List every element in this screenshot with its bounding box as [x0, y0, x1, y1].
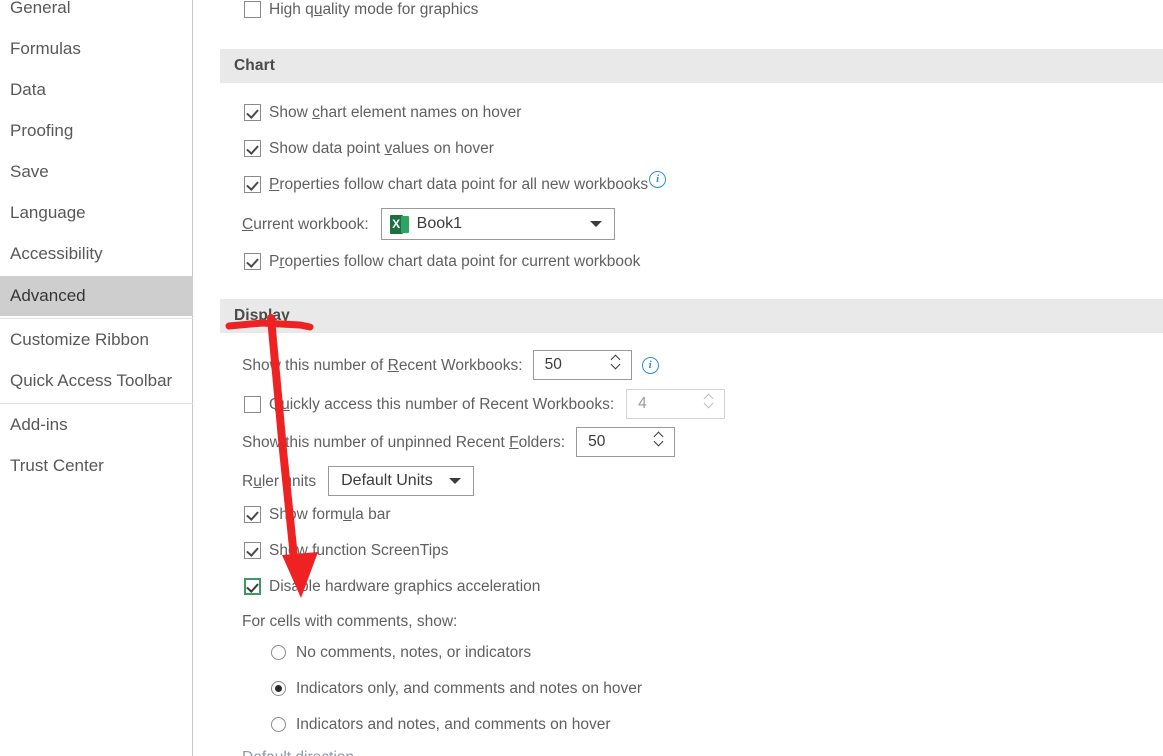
setting-recent-workbooks: Show this number of Recent Workbooks: 50 — [242, 350, 659, 380]
option-show-chart-element-names-label: Show chart element names on hover — [269, 104, 522, 121]
radio-option-indicators-and-notes-label: Indicators and notes, and comments on ho… — [296, 716, 611, 733]
option-disable-hardware-graphics-acceleration-label: Disable hardware graphics acceleration — [269, 578, 541, 595]
excel-file-icon: X — [389, 215, 409, 234]
spinner-unpinned-recent-folders-arrows[interactable] — [654, 431, 666, 453]
sidebar-item-quick-access-toolbar[interactable]: Quick Access Toolbar — [0, 361, 193, 401]
radio-indicators-and-notes[interactable] — [271, 716, 286, 732]
sidebar-item-customize-ribbon[interactable]: Customize Ribbon — [0, 320, 193, 360]
setting-quickly-access-recent-workbooks: Quickly access this number of Recent Wor… — [244, 389, 726, 419]
spinner-unpinned-recent-folders[interactable]: 50 — [576, 427, 676, 457]
spinner-recent-workbooks-arrows[interactable] — [611, 354, 623, 376]
option-show-chart-element-names[interactable]: Show chart element names on hover — [244, 100, 521, 126]
option-show-formula-bar[interactable]: Show formula bar — [244, 502, 391, 528]
sidebar-item-general[interactable]: General — [0, 0, 193, 28]
chevron-down-icon[interactable] — [589, 221, 602, 227]
option-high-quality-graphics[interactable]: High quality mode for graphics — [244, 0, 478, 23]
section-header-chart: Chart — [220, 49, 1163, 83]
spinner-recent-workbooks-value: 50 — [544, 356, 562, 373]
checkbox-show-formula-bar[interactable] — [244, 505, 261, 523]
info-icon-properties-follow-all-new[interactable] — [649, 170, 667, 188]
sidebar-item-trust-center[interactable]: Trust Center — [0, 446, 193, 486]
checkbox-disable-hardware-graphics-acceleration[interactable] — [244, 577, 261, 595]
chevron-down-icon[interactable] — [654, 438, 664, 445]
sidebar-item-advanced[interactable]: Advanced — [0, 276, 193, 316]
chevron-down-icon[interactable] — [449, 478, 462, 484]
chevron-down-icon[interactable] — [611, 361, 621, 368]
sidebar-item-formulas[interactable]: Formulas — [0, 29, 193, 69]
comments-group-label: For cells with comments, show: — [242, 613, 458, 630]
setting-ruler-units-label: Ruler units — [242, 473, 317, 490]
current-workbook-row: Current workbook: X Book1 — [242, 208, 615, 240]
next-group-label-clipped: Default direction — [242, 745, 354, 756]
sidebar-item-accessibility[interactable]: Accessibility — [0, 234, 193, 274]
sidebar-separator-2 — [0, 403, 193, 404]
checkbox-quickly-access-recent-workbooks[interactable] — [244, 395, 261, 413]
radio-option-no-comments[interactable]: No comments, notes, or indicators — [271, 640, 531, 666]
ruler-units-value: Default Units — [341, 472, 433, 489]
radio-option-indicators-only-label: Indicators only, and comments and notes … — [296, 680, 643, 697]
section-header-display-label: Display — [234, 307, 290, 324]
option-show-function-screentips-label: Show function ScreenTips — [269, 542, 449, 559]
option-show-data-point-values-label: Show data point values on hover — [269, 140, 494, 157]
radio-option-indicators-only[interactable]: Indicators only, and comments and notes … — [271, 676, 642, 702]
radio-indicators-only[interactable] — [271, 680, 286, 696]
checkbox-show-data-point-values[interactable] — [244, 139, 261, 157]
option-show-formula-bar-label: Show formula bar — [269, 506, 391, 523]
current-workbook-label: Current workbook: — [242, 216, 369, 233]
options-category-sidebar: General Formulas Data Proofing Save Lang… — [0, 0, 193, 756]
chevron-down-icon — [704, 400, 714, 407]
checkbox-show-chart-element-names[interactable] — [244, 103, 261, 121]
option-properties-follow-all-new-workbooks[interactable]: Properties follow chart data point for a… — [244, 170, 667, 198]
radio-option-indicators-and-notes[interactable]: Indicators and notes, and comments on ho… — [271, 712, 611, 738]
spinner-recent-workbooks[interactable]: 50 — [532, 350, 632, 380]
spinner-quickly-access-value: 4 — [638, 395, 647, 412]
spinner-unpinned-recent-folders-value: 50 — [588, 433, 606, 450]
current-workbook-value: Book1 — [416, 215, 463, 232]
option-properties-follow-current-workbook-label: Properties follow chart data point for c… — [269, 253, 641, 270]
setting-ruler-units: Ruler units Default Units — [242, 466, 475, 496]
option-high-quality-graphics-label: High quality mode for graphics — [269, 1, 479, 18]
option-disable-hardware-graphics-acceleration[interactable]: Disable hardware graphics acceleration — [244, 574, 540, 600]
option-properties-follow-all-new-workbooks-label: Properties follow chart data point for a… — [269, 176, 649, 193]
checkbox-properties-follow-all-new-workbooks[interactable] — [244, 175, 261, 193]
sidebar-item-proofing[interactable]: Proofing — [0, 111, 193, 151]
radio-no-comments[interactable] — [271, 644, 286, 660]
sidebar-separator-1 — [0, 318, 193, 319]
option-properties-follow-current-workbook[interactable]: Properties follow chart data point for c… — [244, 249, 640, 275]
spinner-quickly-access-arrows — [704, 393, 716, 415]
setting-recent-workbooks-label: Show this number of Recent Workbooks: — [242, 357, 523, 374]
section-header-display: Display — [220, 299, 1163, 333]
radio-option-no-comments-label: No comments, notes, or indicators — [296, 644, 532, 661]
checkbox-show-function-screentips[interactable] — [244, 541, 261, 559]
sidebar-item-add-ins[interactable]: Add-ins — [0, 405, 193, 445]
advanced-options-pane: High quality mode for graphics Chart Sho… — [194, 0, 1163, 756]
sidebar-item-data[interactable]: Data — [0, 70, 193, 110]
section-header-chart-label: Chart — [234, 57, 275, 74]
info-icon-recent-workbooks[interactable] — [641, 356, 659, 374]
checkbox-high-quality-graphics[interactable] — [244, 0, 261, 18]
setting-quickly-access-recent-workbooks-label: Quickly access this number of Recent Wor… — [269, 396, 615, 413]
current-workbook-combobox[interactable]: X Book1 — [380, 208, 615, 240]
setting-unpinned-recent-folders: Show this number of unpinned Recent Fold… — [242, 427, 676, 457]
excel-options-dialog: General Formulas Data Proofing Save Lang… — [0, 0, 1163, 756]
option-show-function-screentips[interactable]: Show function ScreenTips — [244, 538, 449, 564]
option-show-data-point-values[interactable]: Show data point values on hover — [244, 136, 494, 162]
ruler-units-combobox[interactable]: Default Units — [328, 466, 475, 496]
setting-unpinned-recent-folders-label: Show this number of unpinned Recent Fold… — [242, 434, 566, 451]
sidebar-item-language[interactable]: Language — [0, 193, 193, 233]
checkbox-properties-follow-current-workbook[interactable] — [244, 252, 261, 270]
spinner-quickly-access-recent-workbooks: 4 — [626, 389, 726, 419]
sidebar-item-save[interactable]: Save — [0, 152, 193, 192]
